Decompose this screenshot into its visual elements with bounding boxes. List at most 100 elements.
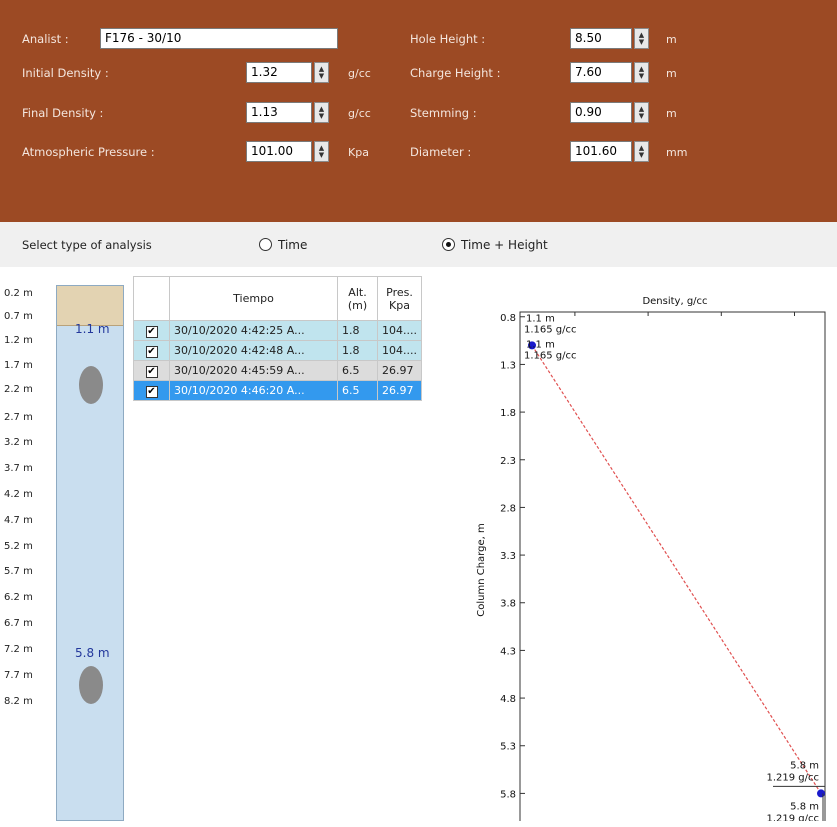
tiempo-cell: 30/10/2020 4:42:48 A... <box>169 340 338 361</box>
chart-x-axis-title: Density, g/cc <box>642 296 707 307</box>
charge-height-unit: m <box>666 67 677 80</box>
hole-height-input[interactable]: 8.50 <box>570 28 632 49</box>
diameter-input[interactable]: 101.60 <box>570 141 632 162</box>
pressure-unit: Kpa <box>348 146 369 159</box>
stemming-unit: m <box>666 107 677 120</box>
depth-tick-label: 3.2 m <box>4 437 33 448</box>
hole-height-stepper[interactable]: ▲ ▼ <box>634 28 649 49</box>
depth-tick-label: 8.2 m <box>4 696 33 707</box>
pres-cell: 104.... <box>377 320 422 341</box>
analist-label: Analist : <box>22 32 69 46</box>
table-header-pres-line2: Kpa <box>389 298 410 312</box>
y-tick-label: 0.8 <box>500 313 516 324</box>
depth-tick-label: 4.2 m <box>4 489 33 500</box>
charge-height-stepper[interactable]: ▲ ▼ <box>634 62 649 83</box>
down-arrow-icon: ▼ <box>318 150 325 159</box>
initial-density-unit: g/cc <box>348 67 371 80</box>
table-row-selected[interactable]: ✔ 30/10/2020 4:46:20 A... 6.5 26.97 <box>133 380 422 401</box>
radio-time-height-label[interactable]: Time + Height <box>461 238 548 252</box>
radio-time-label[interactable]: Time <box>278 238 307 252</box>
table-row[interactable]: ✔ 30/10/2020 4:42:25 A... 1.8 104.... <box>133 320 422 341</box>
row-checkbox-cell[interactable]: ✔ <box>133 380 170 401</box>
depth-tick-label: 0.2 m <box>4 288 33 299</box>
depth-tick-label: 0.7 m <box>4 311 33 322</box>
pressure-stepper[interactable]: ▲ ▼ <box>314 141 329 162</box>
table-header-alt[interactable]: Alt. (m) <box>337 276 378 321</box>
y-tick-label: 4.8 <box>500 694 516 705</box>
table-header-alt-line1: Alt. <box>348 285 367 299</box>
depth-tick-label: 2.7 m <box>4 412 33 423</box>
down-arrow-icon: ▼ <box>638 37 645 46</box>
y-tick-label: 3.3 <box>500 551 516 562</box>
readings-table: Tiempo Alt. (m) Pres. Kpa ✔ 30/10/2020 4… <box>133 276 422 401</box>
down-arrow-icon: ▼ <box>638 111 645 120</box>
depth-tick-label: 2.2 m <box>4 384 33 395</box>
final-density-stepper[interactable]: ▲ ▼ <box>314 102 329 123</box>
initial-density-label: Initial Density : <box>22 66 109 80</box>
depth-tick-label: 5.7 m <box>4 566 33 577</box>
row-checkbox-cell[interactable]: ✔ <box>133 360 170 381</box>
final-density-input[interactable]: 1.13 <box>246 102 312 123</box>
stemming-input[interactable]: 0.90 <box>570 102 632 123</box>
depth-tick-label: 4.7 m <box>4 515 33 526</box>
final-density-label: Final Density : <box>22 106 104 120</box>
table-row[interactable]: ✔ 30/10/2020 4:42:48 A... 1.8 104.... <box>133 340 422 361</box>
alt-cell: 6.5 <box>337 380 378 401</box>
table-header-tiempo[interactable]: Tiempo <box>169 276 338 321</box>
pressure-input[interactable]: 101.00 <box>246 141 312 162</box>
data-label: 1.219 g/cc <box>766 813 819 821</box>
marker-label-lower: 5.8 m <box>75 646 110 660</box>
table-row[interactable]: ✔ 30/10/2020 4:45:59 A... 6.5 26.97 <box>133 360 422 381</box>
down-arrow-icon: ▼ <box>638 150 645 159</box>
table-header-alt-line2: (m) <box>347 298 368 312</box>
down-arrow-icon: ▼ <box>318 71 325 80</box>
row-checkbox-cell[interactable]: ✔ <box>133 340 170 361</box>
data-label: 5.8 m <box>790 801 819 812</box>
data-point <box>817 789 825 798</box>
y-tick-label: 1.8 <box>500 408 516 419</box>
initial-density-input[interactable]: 1.32 <box>246 62 312 83</box>
plot-area <box>519 311 826 821</box>
row-checkbox[interactable]: ✔ <box>145 345 158 358</box>
stemming-label: Stemming : <box>410 106 477 120</box>
y-tick-label: 3.8 <box>500 599 516 610</box>
stemming-region <box>57 286 123 326</box>
sensor-lower-marker <box>79 666 103 704</box>
data-label: 5.8 m <box>790 760 819 771</box>
depth-tick-label: 6.7 m <box>4 618 33 629</box>
stemming-stepper[interactable]: ▲ ▼ <box>634 102 649 123</box>
depth-tick-label: 7.7 m <box>4 670 33 681</box>
alt-cell: 1.8 <box>337 340 378 361</box>
table-header-row: Tiempo Alt. (m) Pres. Kpa <box>133 276 422 321</box>
y-tick-label: 5.3 <box>500 742 516 753</box>
table-header-pres[interactable]: Pres. Kpa <box>377 276 422 321</box>
charge-height-input[interactable]: 7.60 <box>570 62 632 83</box>
row-checkbox-cell[interactable]: ✔ <box>133 320 170 341</box>
analist-input[interactable]: F176 - 30/10 <box>100 28 338 49</box>
hole-height-label: Hole Height : <box>410 32 486 46</box>
charge-height-label: Charge Height : <box>410 66 501 80</box>
pres-cell: 26.97 <box>377 380 422 401</box>
depth-tick-label: 6.2 m <box>4 592 33 603</box>
depth-tick-label: 7.2 m <box>4 644 33 655</box>
y-tick-label: 4.3 <box>500 646 516 657</box>
diameter-stepper[interactable]: ▲ ▼ <box>634 141 649 162</box>
y-tick-label: 1.3 <box>500 360 516 371</box>
radio-time-height[interactable] <box>442 238 455 251</box>
density-chart: Density, g/cc Column Charge, m 0.8 1.3 1.8… <box>476 296 826 821</box>
marker-label-upper: 1.1 m <box>75 322 110 336</box>
table-header-pres-line1: Pres. <box>386 285 413 299</box>
hole-height-unit: m <box>666 33 677 46</box>
diameter-label: Diameter : <box>410 145 472 159</box>
depth-tick-label: 5.2 m <box>4 541 33 552</box>
tiempo-cell: 30/10/2020 4:45:59 A... <box>169 360 338 381</box>
initial-density-stepper[interactable]: ▲ ▼ <box>314 62 329 83</box>
depth-tick-label: 1.2 m <box>4 335 33 346</box>
tiempo-cell: 30/10/2020 4:46:20 A... <box>169 380 338 401</box>
alt-cell: 6.5 <box>337 360 378 381</box>
row-checkbox[interactable]: ✔ <box>145 365 158 378</box>
radio-time[interactable] <box>259 238 272 251</box>
row-checkbox[interactable]: ✔ <box>145 325 158 338</box>
row-checkbox[interactable]: ✔ <box>145 385 158 398</box>
down-arrow-icon: ▼ <box>638 71 645 80</box>
